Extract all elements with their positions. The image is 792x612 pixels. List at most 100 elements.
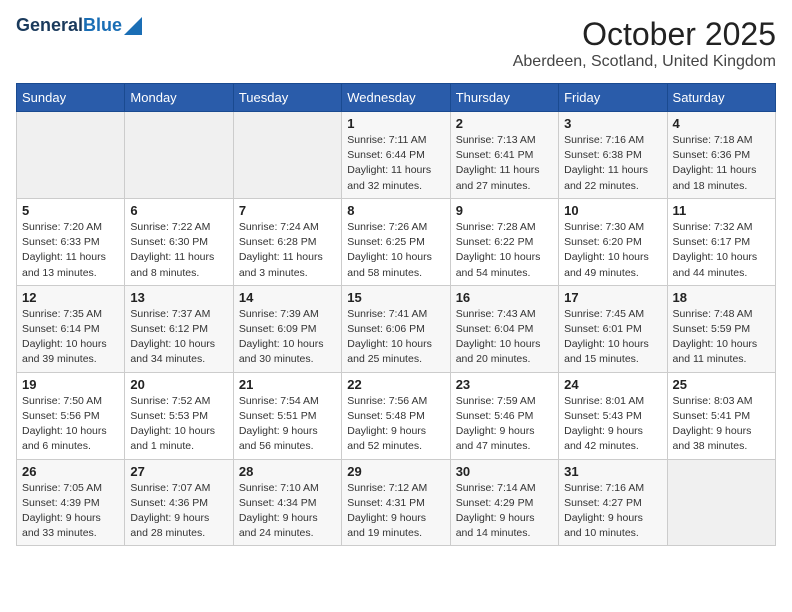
day-info: Sunrise: 7:13 AMSunset: 6:41 PMDaylight:… <box>456 133 553 194</box>
calendar-cell: 30Sunrise: 7:14 AMSunset: 4:29 PMDayligh… <box>450 459 558 546</box>
day-info: Sunrise: 7:41 AMSunset: 6:06 PMDaylight:… <box>347 307 444 368</box>
day-number: 17 <box>564 290 661 305</box>
calendar-cell: 14 Sunrise: 7:39 AMSunset: 6:09 PMDayligh… <box>233 285 341 372</box>
calendar-cell: 17Sunrise: 7:45 AMSunset: 6:01 PMDayligh… <box>559 285 667 372</box>
day-number: 5 <box>22 203 119 218</box>
weekday-header: Tuesday <box>233 84 341 112</box>
day-info: Sunrise: 7:30 AMSunset: 6:20 PMDaylight:… <box>564 220 661 281</box>
day-number: 27 <box>130 464 227 479</box>
logo: GeneralBlue <box>16 16 142 36</box>
day-number: 26 <box>22 464 119 479</box>
day-info: Sunrise: 7:05 AMSunset: 4:39 PMDaylight:… <box>22 481 119 542</box>
calendar-cell <box>125 112 233 199</box>
calendar-cell: 10 Sunrise: 7:30 AMSunset: 6:20 PMDayligh… <box>559 198 667 285</box>
calendar-cell: 31Sunrise: 7:16 AMSunset: 4:27 PMDayligh… <box>559 459 667 546</box>
calendar-cell: 1Sunrise: 7:11 AMSunset: 6:44 PMDaylight… <box>342 112 450 199</box>
day-number: 11 <box>673 203 770 218</box>
title-block: October 2025 Aberdeen, Scotland, United … <box>513 16 776 71</box>
calendar-cell: 6 Sunrise: 7:22 AMSunset: 6:30 PMDaylight… <box>125 198 233 285</box>
day-info: Sunrise: 7:56 AMSunset: 5:48 PMDaylight:… <box>347 394 444 455</box>
day-number: 9 <box>456 203 553 218</box>
day-number: 20 <box>130 377 227 392</box>
weekday-header: Thursday <box>450 84 558 112</box>
day-number: 6 <box>130 203 227 218</box>
calendar-cell: 8 Sunrise: 7:26 AMSunset: 6:25 PMDaylight… <box>342 198 450 285</box>
day-number: 12 <box>22 290 119 305</box>
weekday-header-row: SundayMondayTuesdayWednesdayThursdayFrid… <box>17 84 776 112</box>
day-number: 14 <box>239 290 336 305</box>
day-info: Sunrise: 7:07 AMSunset: 4:36 PMDaylight:… <box>130 481 227 542</box>
calendar-cell <box>667 459 775 546</box>
day-info: Sunrise: 7:48 AMSunset: 5:59 PMDaylight:… <box>673 307 770 368</box>
day-info: Sunrise: 7:54 AMSunset: 5:51 PMDaylight:… <box>239 394 336 455</box>
day-number: 16 <box>456 290 553 305</box>
calendar-cell: 19 Sunrise: 7:50 AMSunset: 5:56 PMDayligh… <box>17 372 125 459</box>
calendar-cell: 3 Sunrise: 7:16 AMSunset: 6:38 PMDaylight… <box>559 112 667 199</box>
weekday-header: Monday <box>125 84 233 112</box>
calendar-week-row: 5Sunrise: 7:20 AMSunset: 6:33 PMDaylight… <box>17 198 776 285</box>
calendar-cell: 26 Sunrise: 7:05 AMSunset: 4:39 PMDayligh… <box>17 459 125 546</box>
calendar-cell: 4 Sunrise: 7:18 AMSunset: 6:36 PMDaylight… <box>667 112 775 199</box>
day-info: Sunrise: 7:22 AMSunset: 6:30 PMDaylight:… <box>130 220 227 281</box>
day-info: Sunrise: 7:39 AMSunset: 6:09 PMDaylight:… <box>239 307 336 368</box>
weekday-header: Saturday <box>667 84 775 112</box>
calendar-cell: 13 Sunrise: 7:37 AMSunset: 6:12 PMDayligh… <box>125 285 233 372</box>
day-info: Sunrise: 7:28 AMSunset: 6:22 PMDaylight:… <box>456 220 553 281</box>
day-info: Sunrise: 7:59 AMSunset: 5:46 PMDaylight:… <box>456 394 553 455</box>
weekday-header: Wednesday <box>342 84 450 112</box>
calendar-cell: 7 Sunrise: 7:24 AMSunset: 6:28 PMDaylight… <box>233 198 341 285</box>
day-info: Sunrise: 8:01 AMSunset: 5:43 PMDaylight:… <box>564 394 661 455</box>
logo-icon <box>124 17 142 35</box>
day-info: Sunrise: 7:26 AMSunset: 6:25 PMDaylight:… <box>347 220 444 281</box>
day-info: Sunrise: 7:16 AMSunset: 4:27 PMDaylight:… <box>564 481 661 542</box>
day-info: Sunrise: 7:52 AMSunset: 5:53 PMDaylight:… <box>130 394 227 455</box>
location-subtitle: Aberdeen, Scotland, United Kingdom <box>513 53 776 71</box>
calendar-cell <box>233 112 341 199</box>
calendar-week-row: 19 Sunrise: 7:50 AMSunset: 5:56 PMDayligh… <box>17 372 776 459</box>
day-info: Sunrise: 7:10 AMSunset: 4:34 PMDaylight:… <box>239 481 336 542</box>
day-info: Sunrise: 7:50 AMSunset: 5:56 PMDaylight:… <box>22 394 119 455</box>
day-number: 23 <box>456 377 553 392</box>
day-info: Sunrise: 8:03 AMSunset: 5:41 PMDaylight:… <box>673 394 770 455</box>
calendar-cell: 21Sunrise: 7:54 AMSunset: 5:51 PMDayligh… <box>233 372 341 459</box>
day-number: 1 <box>347 116 444 131</box>
calendar-cell: 18 Sunrise: 7:48 AMSunset: 5:59 PMDayligh… <box>667 285 775 372</box>
calendar-cell: 29Sunrise: 7:12 AMSunset: 4:31 PMDayligh… <box>342 459 450 546</box>
day-info: Sunrise: 7:24 AMSunset: 6:28 PMDaylight:… <box>239 220 336 281</box>
calendar-week-row: 26 Sunrise: 7:05 AMSunset: 4:39 PMDayligh… <box>17 459 776 546</box>
calendar-cell: 15Sunrise: 7:41 AMSunset: 6:06 PMDayligh… <box>342 285 450 372</box>
day-info: Sunrise: 7:37 AMSunset: 6:12 PMDaylight:… <box>130 307 227 368</box>
day-number: 24 <box>564 377 661 392</box>
day-info: Sunrise: 7:12 AMSunset: 4:31 PMDaylight:… <box>347 481 444 542</box>
day-info: Sunrise: 7:32 AMSunset: 6:17 PMDaylight:… <box>673 220 770 281</box>
calendar-cell: 24 Sunrise: 8:01 AMSunset: 5:43 PMDayligh… <box>559 372 667 459</box>
day-number: 4 <box>673 116 770 131</box>
calendar-week-row: 1Sunrise: 7:11 AMSunset: 6:44 PMDaylight… <box>17 112 776 199</box>
day-number: 2 <box>456 116 553 131</box>
calendar-cell: 9 Sunrise: 7:28 AMSunset: 6:22 PMDaylight… <box>450 198 558 285</box>
calendar-cell: 11 Sunrise: 7:32 AMSunset: 6:17 PMDayligh… <box>667 198 775 285</box>
page-header: GeneralBlue October 2025 Aberdeen, Scotl… <box>16 16 776 71</box>
calendar-table: SundayMondayTuesdayWednesdayThursdayFrid… <box>16 83 776 546</box>
day-info: Sunrise: 7:16 AMSunset: 6:38 PMDaylight:… <box>564 133 661 194</box>
day-number: 19 <box>22 377 119 392</box>
calendar-cell: 5Sunrise: 7:20 AMSunset: 6:33 PMDaylight… <box>17 198 125 285</box>
calendar-cell: 16 Sunrise: 7:43 AMSunset: 6:04 PMDayligh… <box>450 285 558 372</box>
day-number: 3 <box>564 116 661 131</box>
day-number: 28 <box>239 464 336 479</box>
calendar-cell: 12 Sunrise: 7:35 AMSunset: 6:14 PMDayligh… <box>17 285 125 372</box>
day-info: Sunrise: 7:35 AMSunset: 6:14 PMDaylight:… <box>22 307 119 368</box>
day-info: Sunrise: 7:43 AMSunset: 6:04 PMDaylight:… <box>456 307 553 368</box>
day-number: 8 <box>347 203 444 218</box>
day-number: 30 <box>456 464 553 479</box>
day-number: 13 <box>130 290 227 305</box>
day-number: 10 <box>564 203 661 218</box>
day-info: Sunrise: 7:18 AMSunset: 6:36 PMDaylight:… <box>673 133 770 194</box>
day-number: 7 <box>239 203 336 218</box>
month-title: October 2025 <box>513 16 776 53</box>
calendar-cell: 27 Sunrise: 7:07 AMSunset: 4:36 PMDayligh… <box>125 459 233 546</box>
day-number: 18 <box>673 290 770 305</box>
weekday-header: Friday <box>559 84 667 112</box>
calendar-cell: 23 Sunrise: 7:59 AMSunset: 5:46 PMDayligh… <box>450 372 558 459</box>
weekday-header: Sunday <box>17 84 125 112</box>
